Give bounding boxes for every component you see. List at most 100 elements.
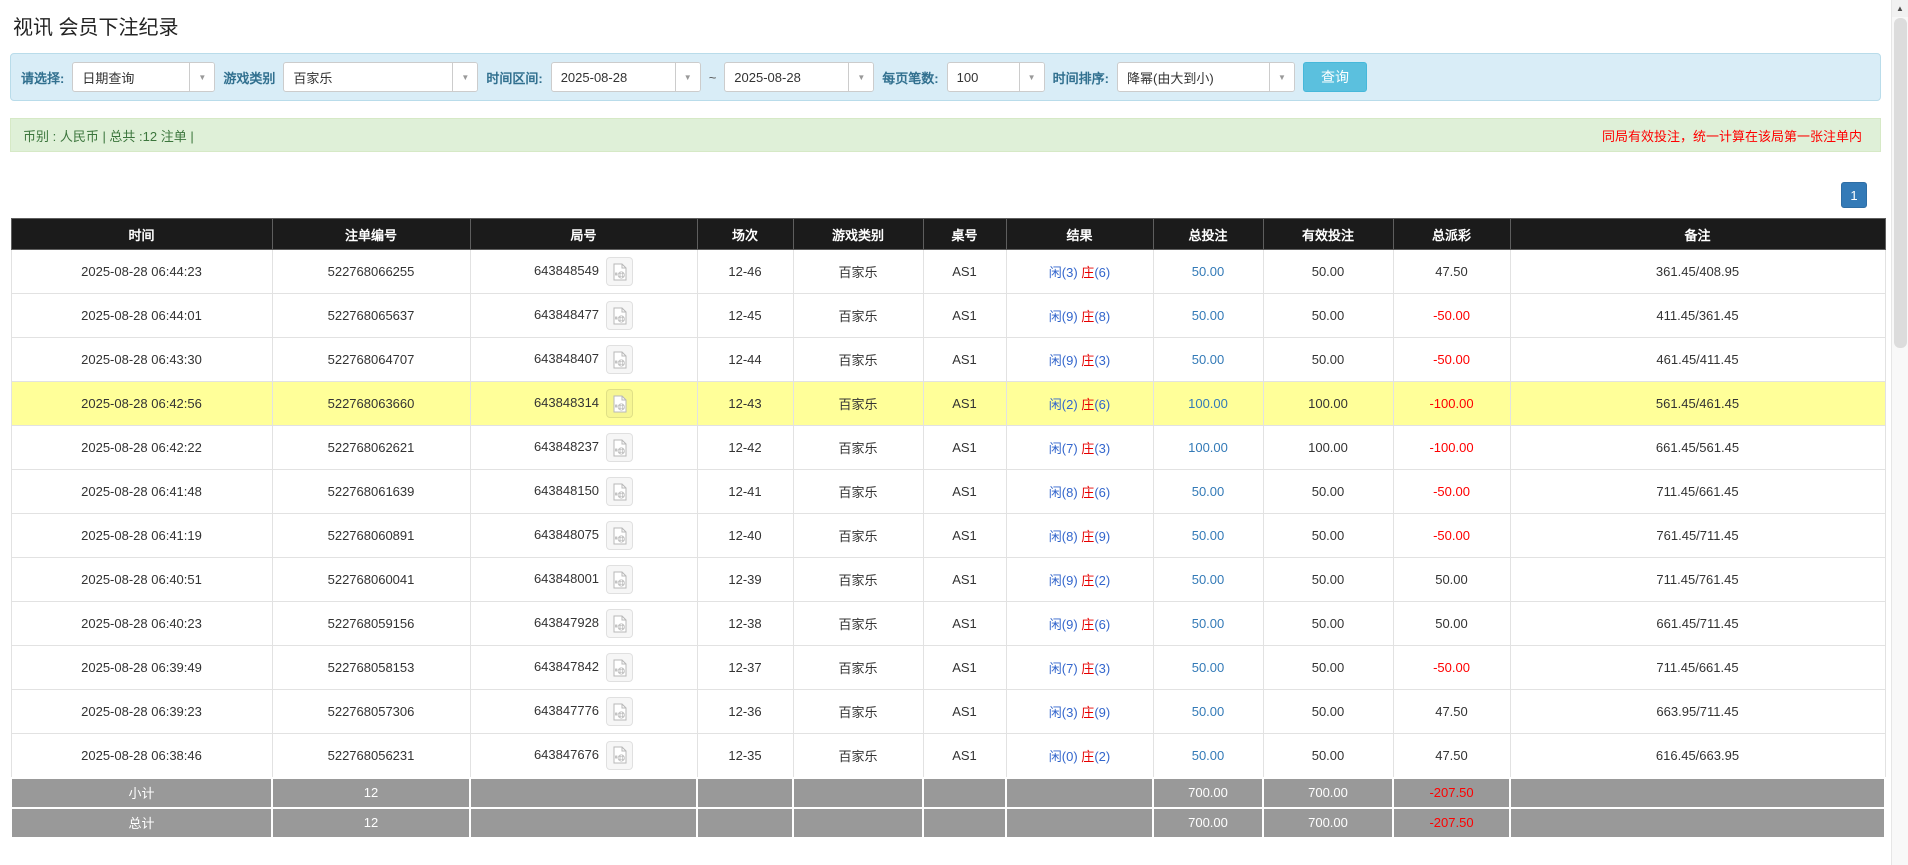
total-bet-link[interactable]: 50.00 <box>1192 528 1225 543</box>
video-icon[interactable] <box>606 301 633 330</box>
header-remark: 备注 <box>1510 219 1885 250</box>
footer-total-payout: -207.50 <box>1393 778 1510 808</box>
cell-total-bet: 50.00 <box>1153 646 1263 690</box>
chevron-down-icon[interactable]: ▼ <box>452 63 477 91</box>
cell-table-no: AS1 <box>923 426 1006 470</box>
footer-total-bet: 700.00 <box>1153 808 1263 838</box>
scrollbar[interactable]: ▲ <box>1891 0 1908 865</box>
cell-total-payout: -50.00 <box>1393 294 1510 338</box>
header-total-bet: 总投注 <box>1153 219 1263 250</box>
total-bet-link[interactable]: 100.00 <box>1188 440 1228 455</box>
query-type-value: 日期查询 <box>73 63 189 91</box>
game-category-select[interactable]: 百家乐 ▼ <box>283 62 478 92</box>
cell-game-category: 百家乐 <box>793 426 923 470</box>
cell-total-payout: 47.50 <box>1393 250 1510 294</box>
cell-game-category: 百家乐 <box>793 338 923 382</box>
cell-time: 2025-08-28 06:38:46 <box>11 734 272 778</box>
pagination: 1 <box>10 182 1867 208</box>
total-bet-link[interactable]: 50.00 <box>1192 572 1225 587</box>
total-bet-link[interactable]: 50.00 <box>1192 484 1225 499</box>
video-icon[interactable] <box>606 609 633 638</box>
total-bet-link[interactable]: 50.00 <box>1192 308 1225 323</box>
result-banker: 庄(3) <box>1081 661 1110 676</box>
video-icon[interactable] <box>606 345 633 374</box>
video-icon[interactable] <box>606 697 633 726</box>
footer-label: 总计 <box>11 808 272 838</box>
grand-total-row: 总计12700.00700.00-207.50 <box>11 808 1885 838</box>
footer-empty <box>793 778 923 808</box>
total-bet-link[interactable]: 50.00 <box>1192 748 1225 763</box>
video-icon[interactable] <box>606 257 633 286</box>
total-bet-link[interactable]: 50.00 <box>1192 264 1225 279</box>
cell-time: 2025-08-28 06:42:22 <box>11 426 272 470</box>
cell-result: 闲(2) 庄(6) <box>1006 382 1153 426</box>
cell-remark: 663.95/711.45 <box>1510 690 1885 734</box>
cell-round-id: 643848314 <box>470 382 697 426</box>
date-to-value: 2025-08-28 <box>725 63 848 91</box>
video-icon[interactable] <box>606 477 633 506</box>
cell-session: 12-40 <box>697 514 793 558</box>
total-bet-link[interactable]: 50.00 <box>1192 616 1225 631</box>
date-to-input[interactable]: 2025-08-28 ▼ <box>724 62 874 92</box>
date-from-input[interactable]: 2025-08-28 ▼ <box>551 62 701 92</box>
total-bet-link[interactable]: 50.00 <box>1192 660 1225 675</box>
payout-value: 50.00 <box>1435 616 1468 631</box>
chevron-down-icon[interactable]: ▼ <box>675 63 700 91</box>
result-banker: 庄(9) <box>1081 529 1110 544</box>
video-icon[interactable] <box>606 521 633 550</box>
scrollbar-thumb[interactable] <box>1894 18 1907 348</box>
cell-result: 闲(9) 庄(2) <box>1006 558 1153 602</box>
cell-total-bet: 50.00 <box>1153 602 1263 646</box>
table-row: 2025-08-28 06:42:56522768063660643848314… <box>11 382 1885 426</box>
chevron-down-icon[interactable]: ▼ <box>848 63 873 91</box>
result-player: 闲(7) <box>1049 661 1078 676</box>
header-round-id: 局号 <box>470 219 697 250</box>
cell-total-payout: -100.00 <box>1393 382 1510 426</box>
cell-valid-bet: 50.00 <box>1263 338 1393 382</box>
chevron-down-icon[interactable]: ▼ <box>1019 63 1044 91</box>
round-id-text: 643847842 <box>534 659 599 674</box>
cell-total-bet: 50.00 <box>1153 734 1263 778</box>
video-icon[interactable] <box>606 653 633 682</box>
same-round-notice: 同局有效投注，统一计算在该局第一张注单内 <box>1602 126 1868 145</box>
scroll-up-icon[interactable]: ▲ <box>1892 0 1908 17</box>
cell-total-bet: 50.00 <box>1153 690 1263 734</box>
cell-round-id: 643848075 <box>470 514 697 558</box>
page-1-button[interactable]: 1 <box>1841 182 1867 208</box>
video-icon[interactable] <box>606 565 633 594</box>
footer-empty <box>470 808 697 838</box>
video-icon[interactable] <box>606 741 633 770</box>
result-banker: 庄(9) <box>1081 705 1110 720</box>
total-bet-link[interactable]: 50.00 <box>1192 352 1225 367</box>
cell-time: 2025-08-28 06:42:56 <box>11 382 272 426</box>
video-icon[interactable] <box>606 433 633 462</box>
result-player: 闲(9) <box>1049 309 1078 324</box>
result-banker: 庄(8) <box>1081 309 1110 324</box>
cell-valid-bet: 100.00 <box>1263 382 1393 426</box>
per-page-select[interactable]: 100 ▼ <box>947 62 1045 92</box>
cell-session: 12-35 <box>697 734 793 778</box>
cell-result: 闲(9) 庄(6) <box>1006 602 1153 646</box>
cell-bet-id: 522768060041 <box>272 558 470 602</box>
cell-total-bet: 50.00 <box>1153 470 1263 514</box>
payout-value: -50.00 <box>1433 484 1470 499</box>
footer-valid-bet: 700.00 <box>1263 778 1393 808</box>
table-row: 2025-08-28 06:44:01522768065637643848477… <box>11 294 1885 338</box>
query-type-select[interactable]: 日期查询 ▼ <box>72 62 215 92</box>
cell-table-no: AS1 <box>923 250 1006 294</box>
cell-remark: 761.45/711.45 <box>1510 514 1885 558</box>
chevron-down-icon[interactable]: ▼ <box>1269 63 1294 91</box>
total-bet-link[interactable]: 100.00 <box>1188 396 1228 411</box>
result-banker: 庄(6) <box>1081 485 1110 500</box>
chevron-down-icon[interactable]: ▼ <box>189 63 214 91</box>
total-bet-link[interactable]: 50.00 <box>1192 704 1225 719</box>
cell-time: 2025-08-28 06:44:01 <box>11 294 272 338</box>
header-table-no: 桌号 <box>923 219 1006 250</box>
table-row: 2025-08-28 06:42:22522768062621643848237… <box>11 426 1885 470</box>
cell-result: 闲(3) 庄(6) <box>1006 250 1153 294</box>
time-sort-select[interactable]: 降幂(由大到小) ▼ <box>1117 62 1295 92</box>
video-icon[interactable] <box>606 389 633 418</box>
search-button[interactable]: 查询 <box>1303 62 1367 92</box>
cell-valid-bet: 50.00 <box>1263 602 1393 646</box>
result-player: 闲(7) <box>1049 441 1078 456</box>
